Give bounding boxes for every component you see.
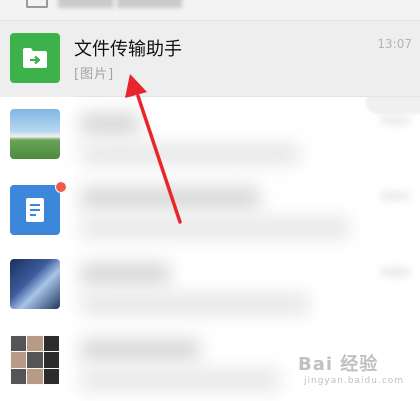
watermark: Bai 经验 jingyan.baidu.com (298, 346, 418, 396)
annotation-arrow (125, 74, 182, 224)
watermark-sub: jingyan.baidu.com (304, 376, 405, 386)
watermark-main: Bai 经验 (298, 354, 379, 375)
